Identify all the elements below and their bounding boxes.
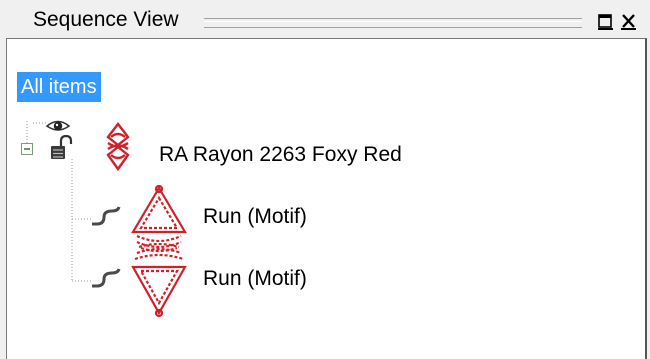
tree-item-run-motif-label[interactable]: Run (Motif) xyxy=(203,267,307,291)
close-icon[interactable] xyxy=(620,11,638,31)
tree-item-thread-label[interactable]: RA Rayon 2263 Foxy Red xyxy=(159,143,402,167)
unlocked-lock-icon[interactable] xyxy=(49,135,73,161)
float-icon[interactable] xyxy=(597,11,615,31)
sequence-tree-panel: All items RA Rayon 2263 Foxy Red Run (Mo… xyxy=(6,38,647,359)
motif-pattern-icon xyxy=(131,243,187,318)
run-stitch-icon xyxy=(92,268,121,288)
visibility-eye-icon[interactable] xyxy=(45,117,71,135)
collapse-toggle-icon[interactable] xyxy=(21,143,34,156)
tree-item-run-motif-label[interactable]: Run (Motif) xyxy=(203,205,307,229)
run-stitch-icon xyxy=(92,206,121,226)
panel-titlebar[interactable]: Sequence View xyxy=(0,0,650,38)
thread-color-icon xyxy=(106,122,130,172)
panel-title: Sequence View xyxy=(33,8,179,31)
titlebar-grip[interactable] xyxy=(204,18,582,28)
